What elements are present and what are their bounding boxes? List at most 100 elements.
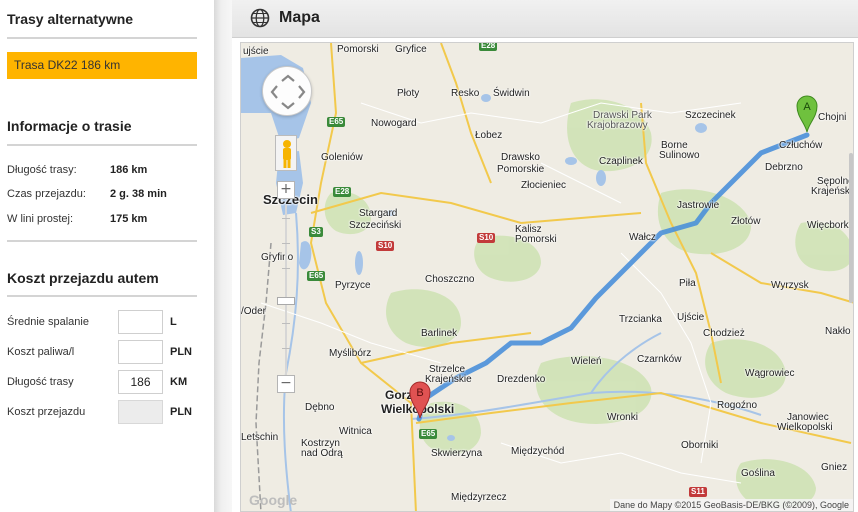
zoom-slider-handle[interactable] (277, 297, 295, 305)
google-logo: Google (249, 492, 298, 508)
place-label: Nakło (825, 326, 851, 337)
place-label: Jastrowie (677, 200, 720, 211)
map-header (232, 0, 858, 38)
place-label: nad Odrą (301, 448, 343, 459)
straight-line-value: 175 km (110, 213, 148, 225)
place-label: Drawsko (501, 152, 540, 163)
zoom-track[interactable] (285, 205, 287, 375)
map-scrollbar[interactable] (849, 153, 853, 303)
travel-time-value: 2 g. 38 min (110, 188, 167, 200)
place-label: Letschin (241, 432, 279, 443)
zoom-out-button[interactable]: − (277, 375, 295, 393)
route-sidebar: Trasy alternatywne Trasa DK22 186 km Inf… (0, 0, 214, 512)
zoom-tick (282, 243, 290, 244)
place-label: Rogoźno (717, 400, 758, 411)
alt-routes-title: Trasy alternatywne (7, 11, 134, 27)
place-label: Pyrzyce (335, 280, 371, 291)
map-attribution: Dane do Mapy ©2015 GeoBasis-DE/BKG (©200… (609, 499, 853, 511)
street-view-pegman[interactable] (275, 135, 297, 171)
place-label: Czarnków (637, 354, 682, 365)
map-title: Mapa (279, 9, 320, 26)
place-label: Oborniki (681, 440, 719, 451)
place-label: Dębno (305, 402, 335, 413)
place-label: Gryfino (261, 252, 294, 263)
place-label: /Oder (241, 306, 267, 317)
panel-separator (214, 0, 232, 512)
pan-control[interactable] (262, 66, 312, 116)
place-label: Debrzno (765, 162, 803, 173)
place-label: Więcbork (807, 220, 849, 231)
globe-icon (250, 8, 270, 28)
place-label: Wronki (607, 412, 638, 423)
straight-line-label: W lini prostej: (7, 213, 74, 225)
place-label: Człuchów (779, 140, 823, 151)
place-label: Gniez (821, 462, 848, 473)
route-length-input[interactable] (118, 370, 163, 394)
place-label: Chodzież (703, 328, 745, 339)
avg-consumption-label: Średnie spalanie (7, 316, 89, 328)
place-label: Gryfice (395, 44, 427, 55)
trip-cost-label: Koszt przejazdu (7, 406, 86, 418)
road-shield: S10 (376, 241, 395, 251)
road-shield: E65 (307, 271, 326, 281)
distance-value: 186 km (110, 164, 148, 176)
place-label: Goleniów (321, 152, 363, 163)
place-label: Wielkopolski (777, 422, 833, 433)
start-marker-a[interactable]: A (796, 95, 818, 133)
place-label: Pomorski (515, 234, 557, 245)
marker-b-label: B (416, 387, 423, 399)
divider (7, 295, 197, 297)
zoom-tick (282, 218, 290, 219)
place-label: Wałcz (629, 232, 656, 243)
place-label: Wągrowiec (745, 368, 795, 379)
place-label: Złotów (731, 216, 761, 227)
place-label: Łobez (475, 130, 503, 141)
place-label: Witnica (339, 426, 372, 437)
place-label: Resko (451, 88, 480, 99)
place-label: Krajobrazowy (587, 120, 648, 131)
trip-cost-output (118, 400, 163, 424)
place-label: Krajeńskie (811, 186, 854, 197)
travel-time-label: Czas przejazdu: (7, 188, 86, 200)
place-label: Wieleń (571, 356, 602, 367)
zoom-in-button[interactable]: + (277, 181, 295, 199)
route-length-unit: KM (170, 376, 188, 388)
place-label: Goślina (741, 468, 775, 479)
place-label: Sulinowo (659, 150, 700, 161)
place-label: Szczecinek (685, 110, 736, 121)
place-label: Szczeciński (349, 220, 402, 231)
avg-consumption-input[interactable] (118, 310, 163, 334)
pegman-icon (283, 140, 291, 168)
trip-cost-unit: PLN (170, 406, 192, 418)
avg-consumption-unit: L (170, 316, 177, 328)
app-root: Trasy alternatywne Trasa DK22 186 km Inf… (0, 0, 858, 512)
road-shield: S3 (309, 227, 323, 237)
place-label: Krajeńskie (425, 374, 472, 385)
fuel-price-unit: PLN (170, 346, 192, 358)
map-canvas[interactable]: E28 E65 E28 S3 S10 E65 S10 E65 S11 ujści… (240, 42, 854, 512)
place-label: Chojni (818, 112, 847, 123)
zoom-tick (282, 323, 290, 324)
distance-label: Długość trasy: (7, 164, 77, 176)
place-label: Płoty (397, 88, 420, 99)
place-label: Międzyrzecz (451, 492, 507, 503)
fuel-price-label: Koszt paliwa/l (7, 346, 75, 358)
divider (7, 37, 197, 39)
place-label: Skwierzyna (431, 448, 483, 459)
divider (7, 240, 197, 242)
route-option-dk22[interactable]: Trasa DK22 186 km (7, 52, 197, 79)
fuel-price-input[interactable] (118, 340, 163, 364)
end-marker-b[interactable]: B (409, 381, 431, 419)
road-shield: S11 (689, 487, 707, 497)
route-length-label: Długość trasy (7, 376, 74, 388)
car-cost-title: Koszt przejazdu autem (7, 270, 159, 286)
zoom-tick (282, 268, 290, 269)
pan-arrows-icon (270, 74, 306, 110)
marker-a-label: A (803, 101, 811, 113)
road-shield: E65 (327, 117, 346, 127)
place-label: Myślibórz (329, 348, 372, 359)
place-label: Świdwin (493, 88, 530, 99)
place-label: Choszczno (425, 274, 475, 285)
zoom-tick (282, 348, 290, 349)
road-shield: S10 (477, 233, 496, 243)
